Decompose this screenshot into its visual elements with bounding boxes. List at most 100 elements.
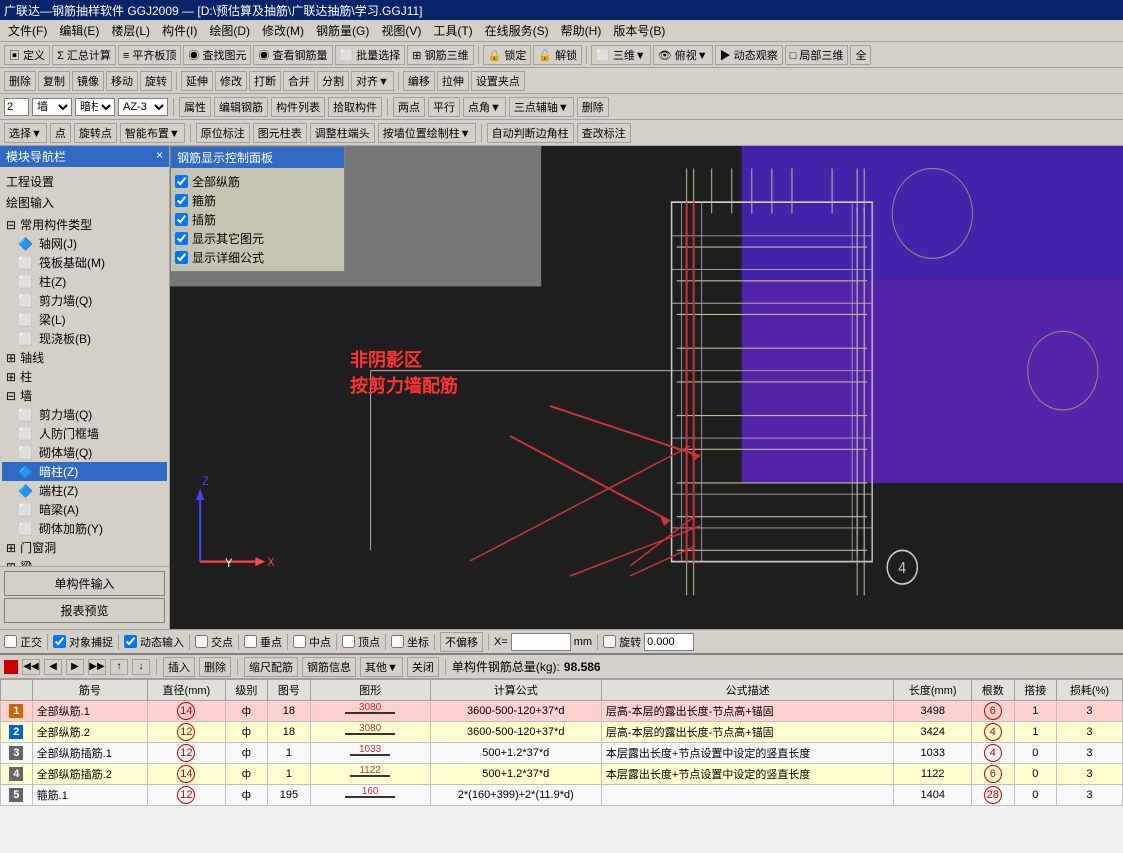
btn-parallel[interactable]: 平行	[428, 97, 460, 117]
btn-topview[interactable]: 👁 俯视▼	[653, 45, 713, 65]
checkbox-snap[interactable]	[53, 635, 66, 648]
btn-align-slab[interactable]: ≡ 平齐板顶	[118, 45, 181, 65]
menu-version[interactable]: 版本号(B)	[607, 20, 671, 41]
btn-check-label[interactable]: 查改标注	[577, 123, 631, 143]
tree-column[interactable]: ⬜柱(Z)	[2, 272, 167, 291]
check-all-longitudinal[interactable]: 全部纵筋	[175, 172, 340, 191]
table-row[interactable]: 3全部纵筋插筋.112ф1 1033 500+1.2*37*d本层露出长度+节点…	[1, 743, 1123, 764]
btn-adjust-end[interactable]: 调整柱端头	[310, 123, 375, 143]
btn-lock[interactable]: 🔒 锁定	[483, 45, 532, 65]
tree-end-column[interactable]: 🔷端柱(Z)	[2, 481, 167, 500]
tree-slab[interactable]: ⬜现浇板(B)	[2, 329, 167, 348]
check-other-elements[interactable]: 显示其它图元	[175, 229, 340, 248]
btn-extend[interactable]: 延伸	[181, 71, 213, 91]
btn-calculate[interactable]: Σ 汇总计算	[52, 45, 116, 65]
btn-dynamic[interactable]: ▶ 动态观察	[715, 45, 783, 65]
checkbox-dynamic[interactable]	[124, 635, 137, 648]
btn-first[interactable]: ◀◀	[22, 659, 40, 675]
table-row[interactable]: 5箍筋.112ф195 160 2*(160+399)+2*(11.9*d)14…	[1, 785, 1123, 806]
btn-down[interactable]: ↓	[132, 659, 150, 675]
table-row[interactable]: 1全部纵筋.114ф18 3080 3600-500-120+37*d层高-本层…	[1, 701, 1123, 722]
btn-rebar-info[interactable]: 钢筋信息	[302, 657, 356, 677]
table-row[interactable]: 2全部纵筋.212ф18 3080 3600-500-120+37*d层高-本层…	[1, 722, 1123, 743]
tree-raft[interactable]: ⬜筏板基础(M)	[2, 253, 167, 272]
btn-smart-layout[interactable]: 智能布置▼	[120, 123, 185, 143]
btn-merge[interactable]: 合并	[283, 71, 315, 91]
menu-help[interactable]: 帮助(H)	[555, 20, 608, 41]
checkbox-rotate[interactable]	[603, 635, 616, 648]
btn-split[interactable]: 分割	[317, 71, 349, 91]
btn-no-offset[interactable]: 不偏移	[440, 632, 483, 652]
menu-edit[interactable]: 编辑(E)	[53, 20, 105, 41]
tree-wall-section[interactable]: ⊟ 墙	[2, 386, 167, 405]
tree-hidden-column[interactable]: 🔷暗柱(Z)	[2, 462, 167, 481]
check-insert[interactable]: 插筋	[175, 210, 340, 229]
btn-find[interactable]: ◉ 查找图元	[183, 45, 251, 65]
btn-next[interactable]: ▶	[66, 659, 84, 675]
btn-up[interactable]: ↑	[110, 659, 128, 675]
btn-move[interactable]: 移动	[106, 71, 138, 91]
btn-report-preview[interactable]: 报表预览	[4, 598, 165, 623]
btn-edit-rebar[interactable]: 编辑钢筋	[214, 97, 268, 117]
rotate-input[interactable]	[644, 633, 694, 651]
wall-type-select[interactable]: 墙	[32, 98, 72, 116]
tree-shear-wall-sub[interactable]: ⬜剪力墙(Q)	[2, 405, 167, 424]
wall-subtype-select[interactable]: 暗柱	[75, 98, 115, 116]
tree-shear-wall[interactable]: ⬜剪力墙(Q)	[2, 291, 167, 310]
tree-hidden-beam[interactable]: ⬜暗梁(A)	[2, 500, 167, 519]
btn-break[interactable]: 打断	[249, 71, 281, 91]
checkbox-ortho[interactable]	[4, 635, 17, 648]
tree-masonry-rebar[interactable]: ⬜砌体加筋(Y)	[2, 519, 167, 538]
btn-scale-rebar[interactable]: 缩尺配筋	[244, 657, 298, 677]
btn-align[interactable]: 对齐▼	[351, 71, 394, 91]
btn-component-list[interactable]: 构件列表	[271, 97, 325, 117]
btn-delete[interactable]: 删除	[4, 71, 36, 91]
btn-property[interactable]: 属性	[179, 97, 211, 117]
menu-component[interactable]: 构件(I)	[156, 20, 203, 41]
btn-full[interactable]: 全	[850, 45, 871, 65]
btn-place-column[interactable]: 按墙位置绘制柱▼	[378, 123, 476, 143]
btn-last[interactable]: ▶▶	[88, 659, 106, 675]
tree-axis[interactable]: 🔷轴网(J)	[2, 234, 167, 253]
btn-column-table[interactable]: 图元柱表	[253, 123, 307, 143]
btn-view-rebar[interactable]: ◉ 查看钢筋量	[253, 45, 332, 65]
btn-select[interactable]: 选择▼	[4, 123, 47, 143]
btn-auto-corner[interactable]: 自动判断边角柱	[487, 123, 574, 143]
btn-close[interactable]: 关闭	[407, 657, 439, 677]
tree-masonry[interactable]: ⬜砌体墙(Q)	[2, 443, 167, 462]
tree-door-window[interactable]: ⊞ 门窗洞	[2, 538, 167, 557]
btn-local3d[interactable]: □ 局部三维	[785, 45, 849, 65]
btn-3d[interactable]: ⬜ 三维▼	[591, 45, 651, 65]
btn-point-angle[interactable]: 点角▼	[463, 97, 506, 117]
btn-grip[interactable]: 设置夹点	[471, 71, 525, 91]
layer-input[interactable]	[4, 98, 29, 116]
tree-beam[interactable]: ⬜梁(L)	[2, 310, 167, 329]
menu-rebar[interactable]: 钢筋量(G)	[310, 20, 375, 41]
menu-draw[interactable]: 绘图(D)	[203, 20, 256, 41]
tree-column-section[interactable]: ⊞ 柱	[2, 367, 167, 386]
btn-offset[interactable]: 编移	[403, 71, 435, 91]
tree-axis-section[interactable]: ⊞ 轴线	[2, 348, 167, 367]
btn-mirror[interactable]: 镜像	[72, 71, 104, 91]
sidebar-close[interactable]: ×	[156, 148, 163, 165]
x-input[interactable]	[511, 633, 571, 651]
btn-label[interactable]: 原位标注	[196, 123, 250, 143]
menu-online[interactable]: 在线服务(S)	[479, 20, 555, 41]
check-stirrup[interactable]: 箍筋	[175, 191, 340, 210]
canvas-area[interactable]: 4 Z X Y 钢筋显示控制	[170, 146, 1123, 629]
table-row[interactable]: 4全部纵筋插筋.214ф1 1122 500+1.2*37*d本层露出长度+节点…	[1, 764, 1123, 785]
checkbox-perp[interactable]	[244, 635, 257, 648]
btn-delete-axis[interactable]: 删除	[577, 97, 609, 117]
tree-common-components[interactable]: ⊟ 常用构件类型	[2, 215, 167, 234]
btn-insert[interactable]: 插入	[163, 657, 195, 677]
checkbox-intersect[interactable]	[195, 635, 208, 648]
btn-point-draw[interactable]: 点	[50, 123, 71, 143]
menu-file[interactable]: 文件(F)	[2, 20, 53, 41]
btn-two-point[interactable]: 两点	[393, 97, 425, 117]
menu-floor[interactable]: 楼层(L)	[105, 20, 156, 41]
btn-delete-row[interactable]: 删除	[199, 657, 231, 677]
btn-three-point[interactable]: 三点辅轴▼	[509, 97, 574, 117]
tree-anti-blast[interactable]: ⬜人防门框墙	[2, 424, 167, 443]
btn-unlock[interactable]: 🔓 解锁	[533, 45, 582, 65]
btn-batch-select[interactable]: ⬜ 批量选择	[335, 45, 406, 65]
